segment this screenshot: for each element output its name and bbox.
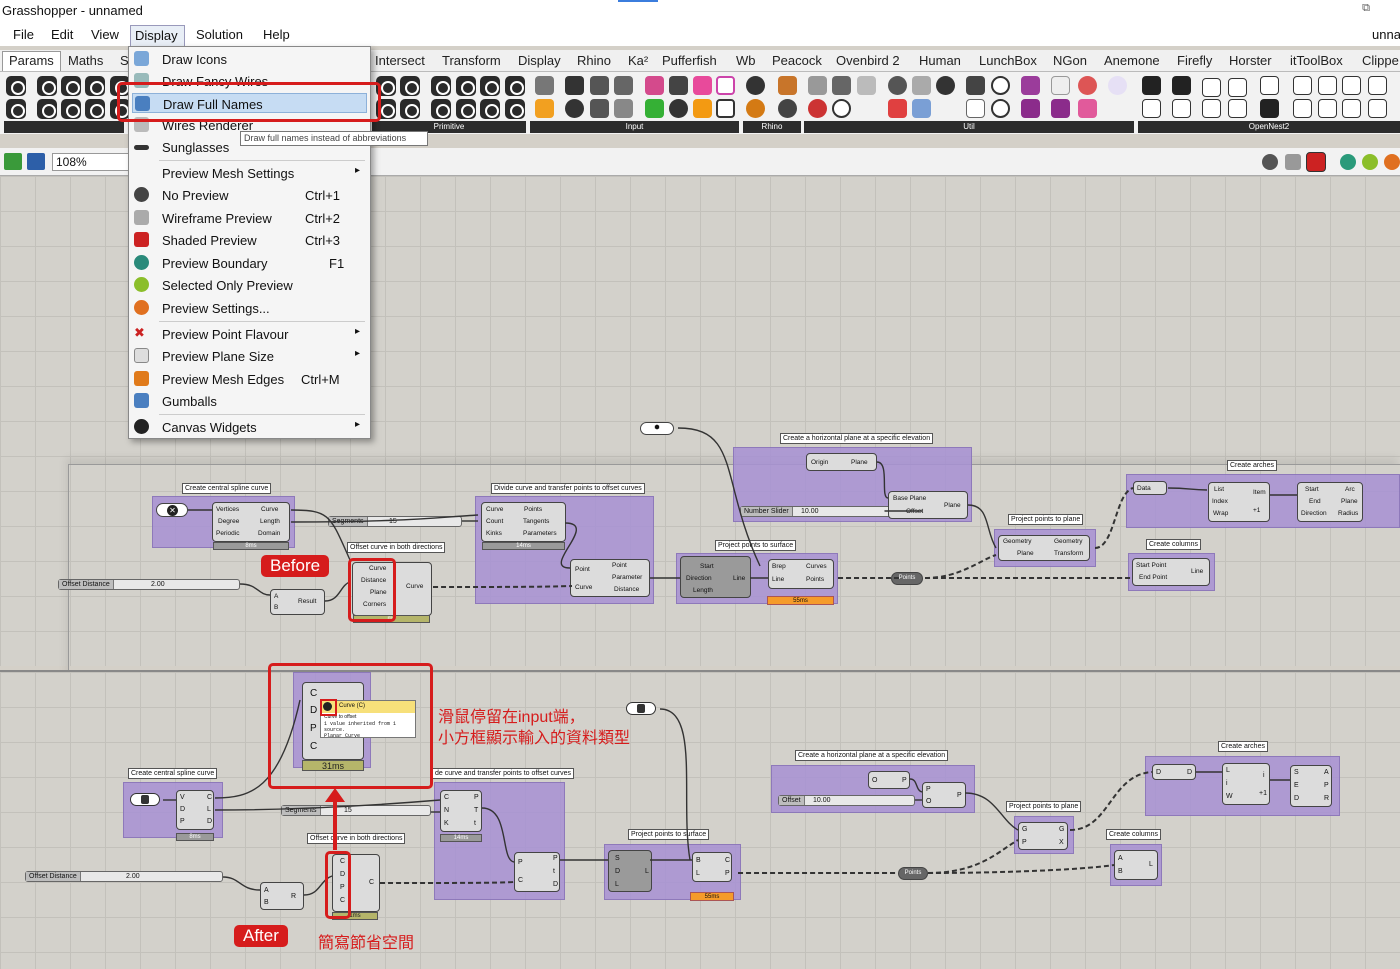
mesh-edges-icon <box>134 371 149 386</box>
menu-item-shaded-preview[interactable]: Shaded Preview Ctrl+3 <box>129 230 370 250</box>
boundary-icon <box>134 255 149 270</box>
sunglasses-icon <box>134 145 149 150</box>
arrow-shaft <box>333 798 337 850</box>
draw-full-names-highlight <box>117 82 381 122</box>
shortcut: Ctrl+2 <box>305 211 341 226</box>
selected-only-icon <box>134 277 149 292</box>
menu-item-selected-only[interactable]: Selected Only Preview <box>129 275 370 295</box>
menu-item-plane-size[interactable]: Preview Plane Size ▸ <box>129 346 370 366</box>
input-hover-marker <box>320 699 337 716</box>
arrow-up-icon <box>325 788 345 802</box>
menu-item-label: Preview Settings... <box>162 301 270 316</box>
after-badge: After <box>234 925 288 947</box>
before-badge: Before <box>261 555 330 577</box>
menu-item-label: Draw Icons <box>162 52 228 67</box>
draw-icons-icon <box>134 51 149 66</box>
menu-separator <box>159 160 365 161</box>
menu-item-draw-icons[interactable]: Draw Icons <box>129 49 370 69</box>
menu-item-label: Sunglasses <box>162 140 230 155</box>
highlight-box <box>348 558 396 622</box>
menu-item-label: Preview Plane Size <box>162 349 274 364</box>
menu-item-gumballs[interactable]: Gumballs <box>129 391 370 411</box>
shortcut: Ctrl+3 <box>305 233 341 248</box>
preview-settings-icon <box>134 300 149 315</box>
menu-tooltip: Draw full names instead of abbreviations <box>240 131 428 146</box>
point-flavour-icon: ✖ <box>134 325 145 340</box>
submenu-arrow-icon: ▸ <box>355 348 361 359</box>
menu-separator <box>159 321 365 322</box>
menu-item-label: Shaded Preview <box>162 233 257 248</box>
no-preview-icon <box>134 187 149 202</box>
shortcut: Ctrl+M <box>301 372 340 387</box>
shortcut: Ctrl+1 <box>305 188 341 203</box>
gumballs-icon <box>134 393 149 408</box>
zoom-highlight-box <box>268 663 433 789</box>
wireframe-icon <box>134 210 149 225</box>
menu-item-preview-boundary[interactable]: Preview Boundary F1 <box>129 253 370 273</box>
annotation-abbreviation: 簡寫節省空間 <box>318 935 415 952</box>
menu-item-label: Preview Mesh Edges <box>162 372 285 387</box>
menu-item-label: No Preview <box>162 188 229 203</box>
submenu-arrow-icon: ▸ <box>355 165 361 176</box>
menu-item-preview-mesh-settings[interactable]: Preview Mesh Settings ▸ <box>129 163 370 183</box>
menu-item-label: Preview Boundary <box>162 256 268 271</box>
menu-item-label: Preview Mesh Settings <box>162 166 295 181</box>
submenu-arrow-icon: ▸ <box>355 326 361 337</box>
plane-size-icon <box>134 348 149 363</box>
shortcut: F1 <box>329 256 345 271</box>
submenu-arrow-icon: ▸ <box>355 419 361 430</box>
menu-item-label: Gumballs <box>162 394 217 409</box>
highlight-box <box>325 851 351 919</box>
menu-item-preview-settings[interactable]: Preview Settings... <box>129 298 370 318</box>
menu-item-label: Preview Point Flavour <box>162 327 289 342</box>
menu-item-wireframe-preview[interactable]: Wireframe Preview Ctrl+2 <box>129 208 370 228</box>
menu-item-mesh-edges[interactable]: Preview Mesh Edges Ctrl+M <box>129 369 370 389</box>
canvas-widgets-icon <box>134 419 149 434</box>
shaded-icon <box>134 232 149 247</box>
menu-item-label: Wireframe Preview <box>162 211 272 226</box>
menu-item-label: Selected Only Preview <box>162 278 293 293</box>
menu-item-point-flavour[interactable]: ✖ Preview Point Flavour ▸ <box>129 324 370 344</box>
menu-item-no-preview[interactable]: No Preview Ctrl+1 <box>129 185 370 205</box>
menu-separator <box>159 414 365 415</box>
menu-item-canvas-widgets[interactable]: Canvas Widgets ▸ <box>129 417 370 437</box>
menu-item-label: Canvas Widgets <box>162 420 257 435</box>
annotation-input-type: 小方框顯示輸入的資料類型 <box>438 730 631 747</box>
